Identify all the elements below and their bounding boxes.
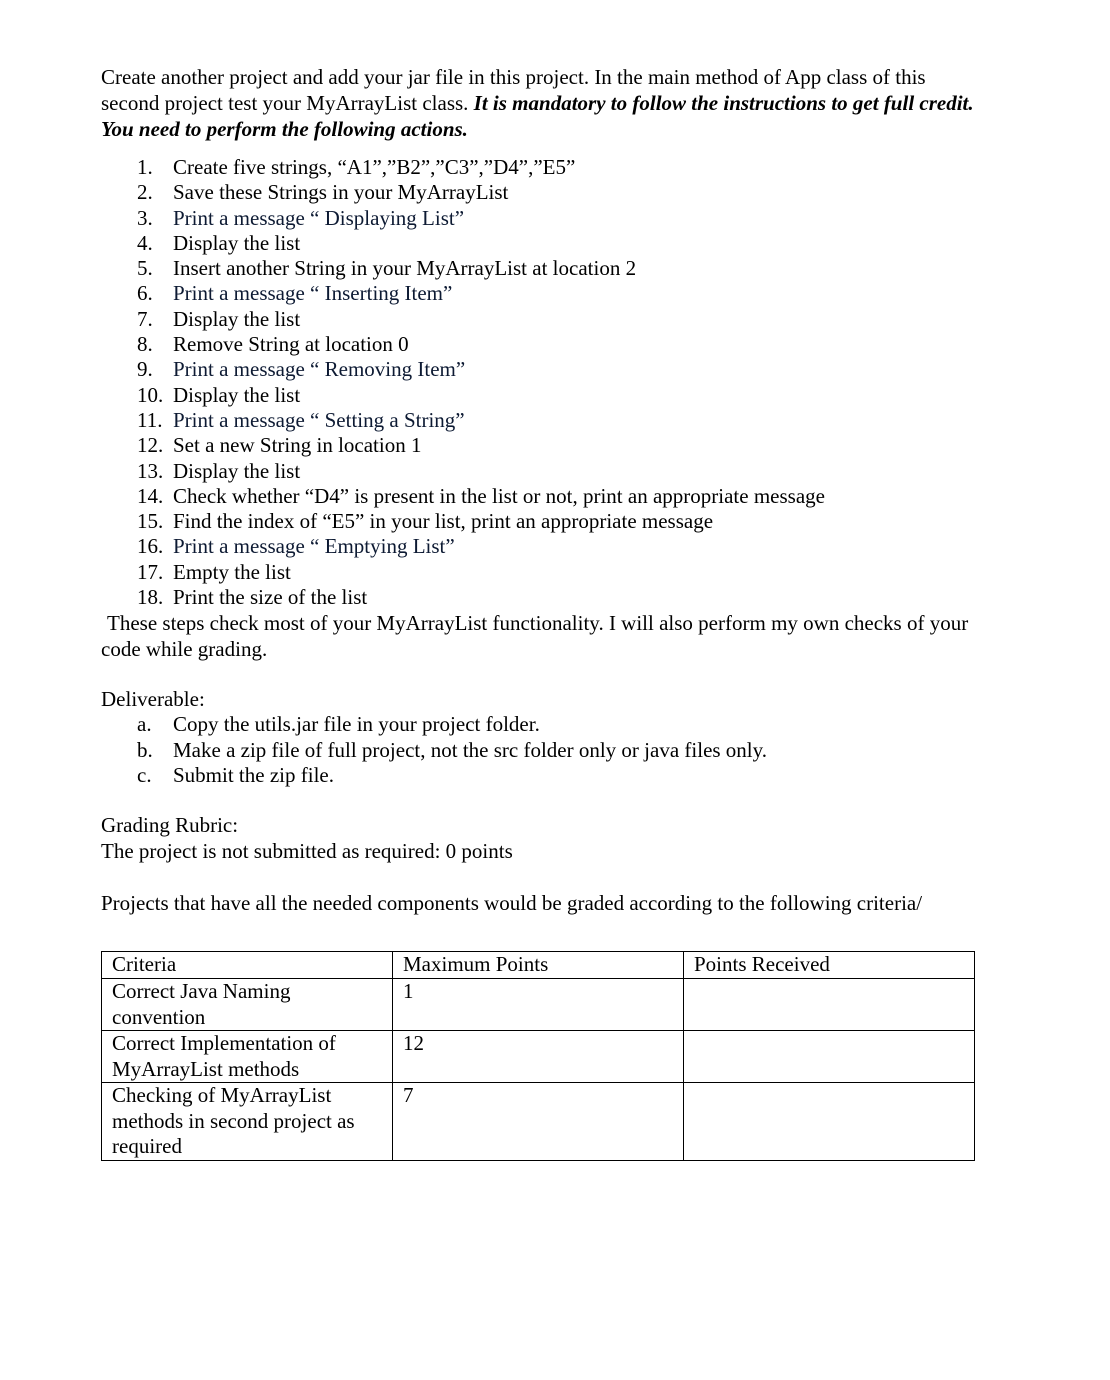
steps-list: 1. Create five strings, “A1”,”B2”,”C3”,”D… (101, 155, 981, 610)
item-text: Copy the utils.jar file in your project … (173, 712, 540, 737)
deliverable-list: a. Copy the utils.jar file in your projec… (101, 712, 981, 788)
step-number: 18. (137, 585, 164, 610)
list-item: 14. Check whether “D4” is present in the … (101, 484, 981, 509)
header-criteria: Criteria (101, 951, 393, 979)
step-number: 8. (137, 332, 153, 357)
list-item: 12. Set a new String in location 1 (101, 433, 981, 458)
not-submitted-note: The project is not submitted as required… (101, 839, 513, 864)
list-item: 9. Print a message “ Removing Item” (101, 357, 981, 382)
max-points-cell: 1 (392, 978, 684, 1031)
step-number: 10. (137, 382, 164, 407)
list-item: 15. Find the index of “E5” in your list, … (101, 509, 981, 534)
list-item: 18. Print the size of the list (101, 585, 981, 610)
step-number: 1. (137, 155, 153, 179)
item-text: Submit the zip file. (173, 762, 334, 787)
table-row: Checking of MyArrayList methods in secon… (101, 1082, 975, 1161)
step-number: 14. (137, 483, 164, 508)
list-item: a. Copy the utils.jar file in your projec… (101, 712, 981, 737)
step-text: Print a message “ Emptying List” (173, 534, 455, 559)
list-item: 1. Create five strings, “A1”,”B2”,”C3”,”D… (101, 155, 981, 180)
list-item: 17. Empty the list (101, 560, 981, 585)
criteria-cell: Correct Java Naming convention (101, 978, 393, 1031)
step-text: Empty the list (173, 559, 291, 584)
step-number: 11. (137, 407, 163, 432)
step-text: Print a message “ Setting a String” (173, 407, 465, 432)
step-number: 5. (137, 256, 153, 281)
step-text: Check whether “D4” is present in the lis… (173, 483, 825, 508)
points-received-cell (683, 1030, 975, 1083)
max-points-cell: 7 (392, 1082, 684, 1161)
step-text: Create five strings, “A1”,”B2”,”C3”,”D4”… (173, 155, 576, 179)
step-text: Display the list (173, 306, 301, 331)
step-number: 7. (137, 306, 153, 331)
max-points-cell: 12 (392, 1030, 684, 1083)
step-number: 6. (137, 281, 153, 306)
list-item: 16. Print a message “ Emptying List” (101, 534, 981, 559)
step-number: 16. (137, 534, 164, 559)
rubric-heading: Grading Rubric: (101, 813, 239, 838)
step-number: 12. (137, 433, 164, 458)
list-item: 6. Print a message “ Inserting Item” (101, 281, 981, 306)
step-text: Insert another String in your MyArrayLis… (173, 256, 637, 281)
table-row: Correct Java Naming convention 1 (101, 978, 975, 1031)
step-text: Find the index of “E5” in your list, pri… (173, 509, 714, 534)
step-text: Print the size of the list (173, 585, 368, 610)
step-text: Set a new String in location 1 (173, 433, 422, 458)
step-number: 13. (137, 458, 164, 483)
deliverable-heading: Deliverable: (101, 687, 205, 712)
table-row: Correct Implementation of MyArrayList me… (101, 1030, 975, 1083)
list-item: c. Submit the zip file. (101, 763, 981, 788)
list-item: b. Make a zip file of full project, not t… (101, 738, 981, 763)
step-text: Display the list (173, 382, 301, 407)
points-received-cell (683, 978, 975, 1031)
step-text: Display the list (173, 230, 301, 255)
step-number: 4. (137, 230, 153, 255)
step-number: 17. (137, 559, 164, 584)
step-text: Print a message “ Displaying List” (173, 205, 465, 230)
step-text: Display the list (173, 458, 301, 483)
item-letter: b. (137, 737, 153, 762)
step-text: Print a message “ Removing Item” (173, 357, 466, 382)
item-letter: c. (137, 762, 152, 787)
list-item: 10. Display the list (101, 383, 981, 408)
table-header-row: Criteria Maximum Points Points Received (101, 951, 975, 979)
item-text: Make a zip file of full project, not the… (173, 737, 768, 762)
item-letter: a. (137, 712, 152, 737)
document-page: Create another project and add your jar … (101, 64, 981, 916)
step-number: 3. (137, 205, 153, 230)
list-item: 4. Display the list (101, 231, 981, 256)
list-item: 3. Print a message “ Displaying List” (101, 206, 981, 231)
criteria-cell: Checking of MyArrayList methods in secon… (101, 1082, 393, 1161)
header-maximum-points: Maximum Points (392, 951, 684, 979)
step-text: Print a message “ Inserting Item” (173, 281, 453, 306)
criteria-cell: Correct Implementation of MyArrayList me… (101, 1030, 393, 1083)
list-item: 13. Display the list (101, 459, 981, 484)
list-item: 8. Remove String at location 0 (101, 332, 981, 357)
points-received-cell (683, 1082, 975, 1161)
step-number: 15. (137, 509, 164, 534)
criteria-intro: Projects that have all the needed compon… (101, 891, 923, 916)
step-number: 9. (137, 357, 153, 382)
step-number: 2. (137, 180, 153, 205)
step-text: Remove String at location 0 (173, 332, 409, 357)
header-points-received: Points Received (683, 951, 975, 979)
list-item: 5. Insert another String in your MyArrayL… (101, 256, 981, 281)
list-item: 7. Display the list (101, 307, 981, 332)
intro-paragraph: Create another project and add your jar … (101, 64, 981, 142)
step-text: Save these Strings in your MyArrayList (173, 180, 509, 205)
list-item: 2. Save these Strings in your MyArrayList (101, 180, 981, 205)
list-item: 11. Print a message “ Setting a String” (101, 408, 981, 433)
summary-paragraph: These steps check most of your MyArrayLi… (101, 611, 969, 662)
rubric-table: Criteria Maximum Points Points Received … (101, 951, 975, 1161)
